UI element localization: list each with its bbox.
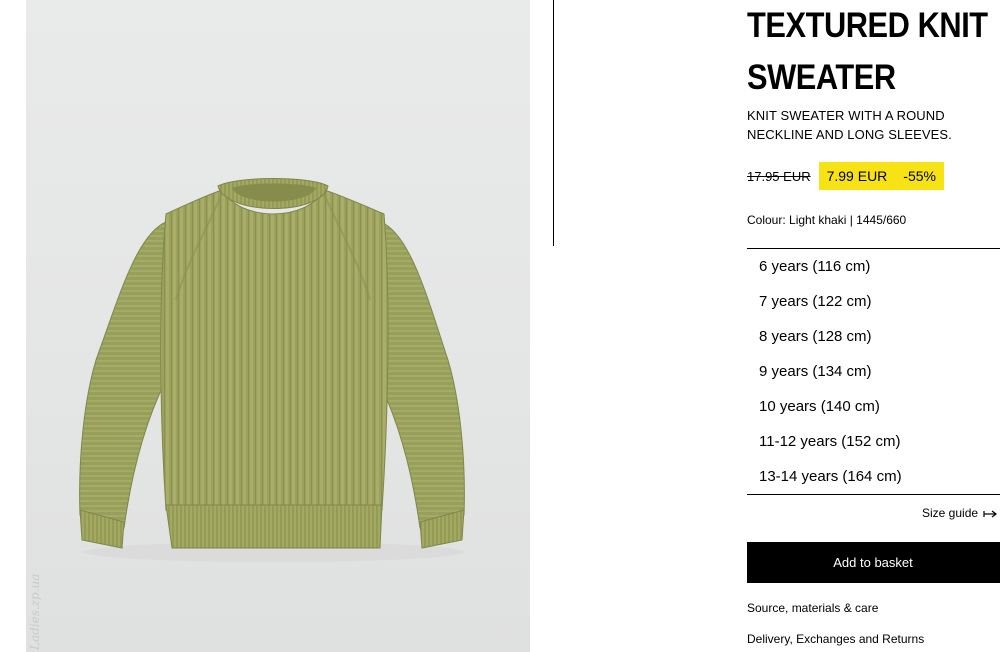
old-price: 17.95 EUR: [747, 168, 811, 184]
vertical-divider: [553, 0, 554, 246]
size-option[interactable]: 8 years (128 cm): [747, 319, 1000, 354]
size-option[interactable]: 6 years (116 cm): [747, 249, 1000, 284]
size-option[interactable]: 11-12 years (152 cm): [747, 424, 1000, 459]
watermark-text: Ladies.zp.ua: [28, 573, 42, 650]
watermark: Ladies.zp.ua: [28, 520, 48, 650]
delivery-returns-link[interactable]: Delivery, Exchanges and Returns: [747, 632, 924, 646]
size-guide-label: Size guide: [922, 506, 979, 520]
product-description: KNIT SWEATER WITH A ROUND NECKLINE AND L…: [747, 108, 952, 142]
product-title-line2: SWEATER: [747, 58, 896, 97]
product-title: TEXTURED KNIT SWEATER: [747, 0, 988, 104]
product-title-line1: TEXTURED KNIT: [747, 6, 988, 45]
size-list: 6 years (116 cm) 7 years (122 cm) 8 year…: [747, 249, 1000, 494]
colour-info: Colour: Light khaki | 1445/660: [747, 213, 907, 227]
discount-percent: -55%: [903, 168, 936, 184]
sale-price-badge: 7.99 EUR -55%: [818, 162, 944, 190]
size-option[interactable]: 10 years (140 cm): [747, 389, 1000, 424]
add-to-basket-label: Add to basket: [833, 555, 913, 570]
new-price: 7.99 EUR: [826, 168, 888, 184]
sizes-bottom-divider: [747, 494, 1000, 495]
size-option[interactable]: 7 years (122 cm): [747, 284, 1000, 319]
product-photo: [79, 178, 465, 562]
size-guide-link[interactable]: Size guide: [922, 506, 998, 520]
arrows-horizontal-icon: [983, 510, 998, 518]
product-image-panel[interactable]: Ladies.zp.ua: [26, 0, 530, 652]
add-to-basket-button[interactable]: Add to basket: [747, 542, 1000, 583]
size-option[interactable]: 13-14 years (164 cm): [747, 459, 1000, 494]
size-option[interactable]: 9 years (134 cm): [747, 354, 1000, 389]
source-materials-care-link[interactable]: Source, materials & care: [747, 601, 878, 615]
price-row: 17.95 EUR 7.99 EUR -55%: [747, 162, 944, 190]
